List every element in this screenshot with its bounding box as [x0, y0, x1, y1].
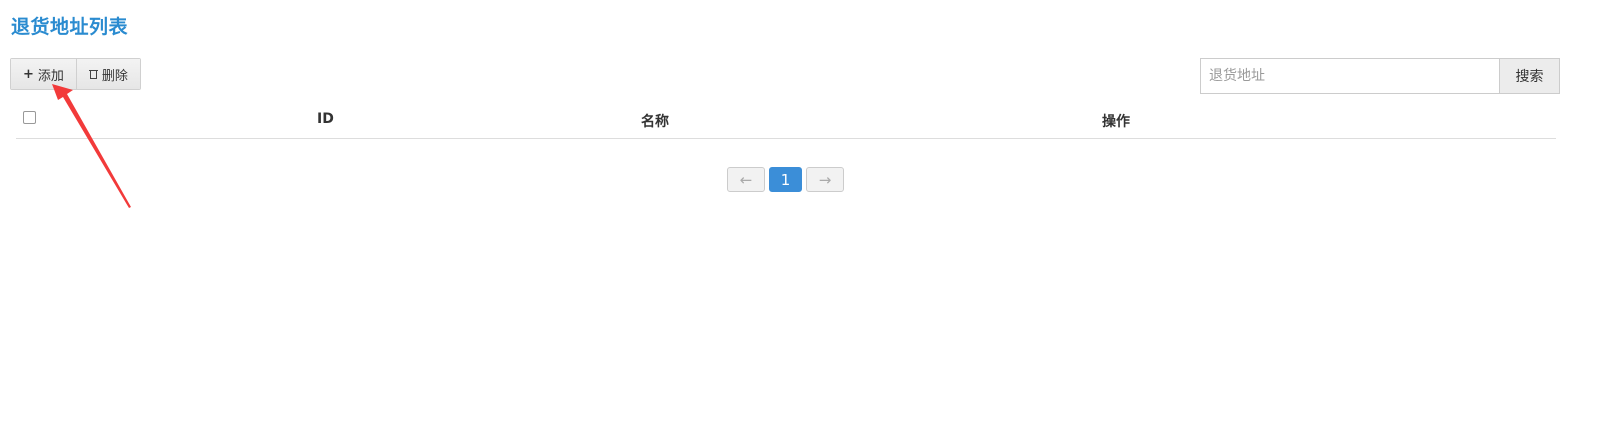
column-header-actions: 操作 [1102, 114, 1130, 130]
column-header-id[interactable]: ID [317, 111, 334, 127]
search-input[interactable] [1200, 58, 1499, 94]
search-button[interactable]: 搜索 [1499, 58, 1560, 94]
add-button[interactable]: + 添加 [11, 59, 76, 89]
trash-icon [88, 69, 98, 79]
pagination: ← 1 → [727, 167, 844, 192]
red-arrow-shape [52, 84, 131, 208]
table-header: ID 名称 操作 [16, 104, 1556, 139]
plus-icon: + [23, 66, 34, 82]
delete-button-label: 删除 [101, 68, 128, 84]
select-all-checkbox[interactable] [23, 111, 36, 124]
delete-button[interactable]: 删除 [75, 59, 140, 89]
prev-page-button[interactable]: ← [727, 167, 765, 192]
toolbar: + 添加 删除 [10, 58, 141, 90]
page-1-button[interactable]: 1 [769, 167, 802, 192]
next-page-button[interactable]: → [806, 167, 844, 192]
column-header-name[interactable]: 名称 [641, 111, 669, 131]
page-title: 退货地址列表 [11, 16, 129, 38]
search-bar: 搜索 [1200, 58, 1560, 94]
add-button-label: 添加 [37, 68, 64, 84]
